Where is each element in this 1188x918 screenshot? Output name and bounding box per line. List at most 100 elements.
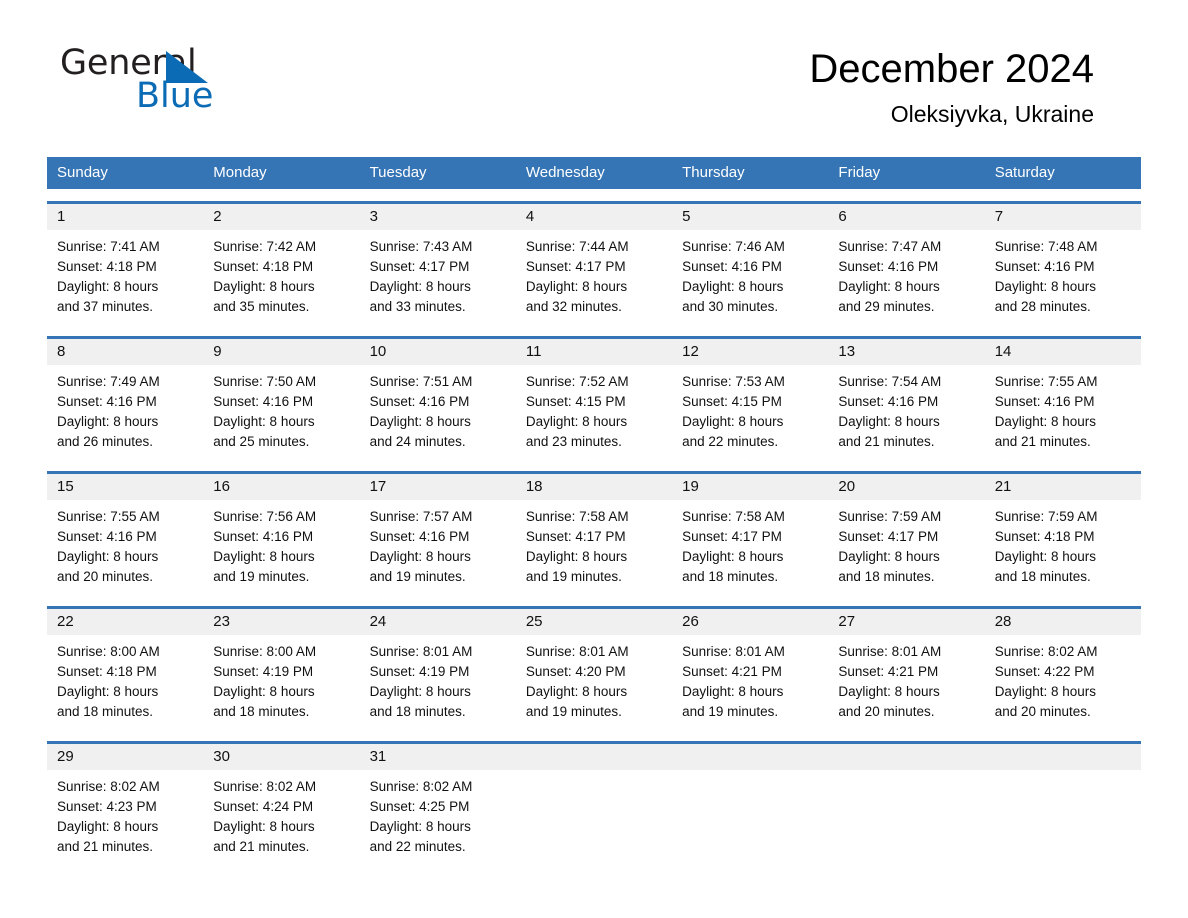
weekday-header-row: Sunday Monday Tuesday Wednesday Thursday…: [47, 157, 1141, 189]
sunrise-text: Sunrise: 7:47 AM: [838, 239, 942, 254]
day-cell[interactable]: Sunrise: 7:58 AM Sunset: 4:17 PM Dayligh…: [516, 500, 672, 594]
day-number[interactable]: 12: [672, 339, 828, 365]
day-cell[interactable]: Sunrise: 8:02 AM Sunset: 4:23 PM Dayligh…: [47, 770, 203, 864]
day-cell-empty: [828, 770, 984, 864]
daylight-text: Daylight: 8 hours: [57, 279, 159, 294]
day-cell[interactable]: Sunrise: 8:00 AM Sunset: 4:18 PM Dayligh…: [47, 635, 203, 729]
day-number[interactable]: 18: [516, 474, 672, 500]
sunset-text: Sunset: 4:23 PM: [57, 799, 157, 814]
day-cell-empty: [985, 770, 1141, 864]
day-number[interactable]: 26: [672, 609, 828, 635]
daylight-text: Daylight: 8 hours: [57, 819, 159, 834]
day-number[interactable]: 23: [203, 609, 359, 635]
day-cell[interactable]: Sunrise: 7:50 AM Sunset: 4:16 PM Dayligh…: [203, 365, 359, 459]
day-detail-band: Sunrise: 8:00 AM Sunset: 4:18 PM Dayligh…: [47, 635, 1141, 729]
day-number[interactable]: 22: [47, 609, 203, 635]
day-cell[interactable]: Sunrise: 7:58 AM Sunset: 4:17 PM Dayligh…: [672, 500, 828, 594]
daylight-text: Daylight: 8 hours: [369, 819, 471, 834]
daylight-text: Daylight: 8 hours: [369, 549, 471, 564]
day-number[interactable]: 17: [360, 474, 516, 500]
day-cell[interactable]: Sunrise: 7:59 AM Sunset: 4:17 PM Dayligh…: [828, 500, 984, 594]
day-cell[interactable]: Sunrise: 8:02 AM Sunset: 4:22 PM Dayligh…: [985, 635, 1141, 729]
sunrise-text: Sunrise: 8:01 AM: [369, 644, 473, 659]
day-number[interactable]: 3: [360, 204, 516, 230]
day-cell[interactable]: Sunrise: 7:42 AM Sunset: 4:18 PM Dayligh…: [203, 230, 359, 324]
daylight-text-cont: and 20 minutes.: [994, 704, 1091, 719]
day-cell[interactable]: Sunrise: 8:02 AM Sunset: 4:25 PM Dayligh…: [360, 770, 516, 864]
day-cell[interactable]: Sunrise: 7:48 AM Sunset: 4:16 PM Dayligh…: [985, 230, 1141, 324]
day-cell[interactable]: Sunrise: 7:52 AM Sunset: 4:15 PM Dayligh…: [516, 365, 672, 459]
sunrise-text: Sunrise: 8:02 AM: [369, 779, 473, 794]
day-cell[interactable]: Sunrise: 7:47 AM Sunset: 4:16 PM Dayligh…: [828, 230, 984, 324]
day-cell[interactable]: Sunrise: 7:44 AM Sunset: 4:17 PM Dayligh…: [516, 230, 672, 324]
daylight-text-cont: and 28 minutes.: [994, 299, 1091, 314]
day-number[interactable]: 16: [203, 474, 359, 500]
daylight-text: Daylight: 8 hours: [838, 684, 940, 699]
day-cell[interactable]: Sunrise: 7:56 AM Sunset: 4:16 PM Dayligh…: [203, 500, 359, 594]
day-number[interactable]: 9: [203, 339, 359, 365]
calendar-week-row: 15 16 17 18 19 20 21 Sunrise: 7:55 AM Su…: [47, 471, 1141, 594]
weekday-header-tuesday: Tuesday: [369, 164, 427, 181]
day-cell[interactable]: Sunrise: 8:01 AM Sunset: 4:20 PM Dayligh…: [516, 635, 672, 729]
day-cell[interactable]: Sunrise: 7:51 AM Sunset: 4:16 PM Dayligh…: [360, 365, 516, 459]
daylight-text: Daylight: 8 hours: [525, 684, 628, 699]
day-cell[interactable]: Sunrise: 7:49 AM Sunset: 4:16 PM Dayligh…: [47, 365, 203, 459]
daylight-text-cont: and 21 minutes.: [57, 839, 154, 854]
day-cell[interactable]: Sunrise: 7:59 AM Sunset: 4:18 PM Dayligh…: [985, 500, 1141, 594]
day-number[interactable]: 25: [516, 609, 672, 635]
day-cell[interactable]: Sunrise: 8:01 AM Sunset: 4:21 PM Dayligh…: [672, 635, 828, 729]
day-number-band: 1 2 3 4 5 6 7: [47, 204, 1141, 230]
generalblue-logo[interactable]: General Blue: [60, 44, 290, 120]
sunset-text: Sunset: 4:18 PM: [994, 529, 1095, 544]
day-number[interactable]: 27: [828, 609, 984, 635]
sunrise-text: Sunrise: 7:56 AM: [213, 509, 317, 524]
day-number[interactable]: 6: [828, 204, 984, 230]
day-number[interactable]: 7: [985, 204, 1141, 230]
day-cell[interactable]: Sunrise: 7:57 AM Sunset: 4:16 PM Dayligh…: [360, 500, 516, 594]
day-cell[interactable]: Sunrise: 8:01 AM Sunset: 4:21 PM Dayligh…: [828, 635, 984, 729]
daylight-text-cont: and 21 minutes.: [838, 434, 935, 449]
sunrise-text: Sunrise: 7:55 AM: [57, 509, 160, 524]
sunset-text: Sunset: 4:20 PM: [525, 664, 626, 679]
day-number[interactable]: 2: [203, 204, 359, 230]
daylight-text-cont: and 33 minutes.: [369, 299, 466, 314]
day-cell[interactable]: Sunrise: 8:00 AM Sunset: 4:19 PM Dayligh…: [203, 635, 359, 729]
daylight-text: Daylight: 8 hours: [57, 414, 159, 429]
day-number[interactable]: 11: [516, 339, 672, 365]
day-number[interactable]: 8: [47, 339, 203, 365]
day-cell[interactable]: Sunrise: 7:46 AM Sunset: 4:16 PM Dayligh…: [672, 230, 828, 324]
day-number[interactable]: 13: [828, 339, 984, 365]
day-cell[interactable]: Sunrise: 8:01 AM Sunset: 4:19 PM Dayligh…: [360, 635, 516, 729]
sunrise-text: Sunrise: 7:54 AM: [838, 374, 942, 389]
day-number[interactable]: 30: [203, 744, 359, 770]
day-number[interactable]: 14: [985, 339, 1141, 365]
day-number[interactable]: 21: [985, 474, 1141, 500]
day-number[interactable]: 10: [360, 339, 516, 365]
day-number[interactable]: 28: [985, 609, 1141, 635]
day-number[interactable]: 4: [516, 204, 672, 230]
day-number[interactable]: 15: [47, 474, 203, 500]
day-cell[interactable]: Sunrise: 7:54 AM Sunset: 4:16 PM Dayligh…: [828, 365, 984, 459]
day-cell[interactable]: Sunrise: 8:02 AM Sunset: 4:24 PM Dayligh…: [203, 770, 359, 864]
day-cell[interactable]: Sunrise: 7:55 AM Sunset: 4:16 PM Dayligh…: [47, 500, 203, 594]
day-number[interactable]: 1: [47, 204, 203, 230]
daylight-text: Daylight: 8 hours: [369, 414, 471, 429]
day-number[interactable]: 29: [47, 744, 203, 770]
day-cell-empty: [516, 770, 672, 864]
day-number[interactable]: 19: [672, 474, 828, 500]
daylight-text: Daylight: 8 hours: [994, 414, 1096, 429]
sunrise-text: Sunrise: 7:50 AM: [213, 374, 317, 389]
daylight-text-cont: and 25 minutes.: [213, 434, 310, 449]
daylight-text-cont: and 20 minutes.: [57, 569, 154, 584]
day-number[interactable]: 24: [360, 609, 516, 635]
daylight-text-cont: and 35 minutes.: [213, 299, 310, 314]
day-number[interactable]: 31: [360, 744, 516, 770]
day-number[interactable]: 20: [828, 474, 984, 500]
day-cell[interactable]: Sunrise: 7:43 AM Sunset: 4:17 PM Dayligh…: [360, 230, 516, 324]
day-cell[interactable]: Sunrise: 7:55 AM Sunset: 4:16 PM Dayligh…: [985, 365, 1141, 459]
sunrise-text: Sunrise: 7:55 AM: [994, 374, 1098, 389]
day-cell[interactable]: Sunrise: 7:41 AM Sunset: 4:18 PM Dayligh…: [47, 230, 203, 324]
day-number[interactable]: 5: [672, 204, 828, 230]
daylight-text: Daylight: 8 hours: [838, 549, 940, 564]
day-cell[interactable]: Sunrise: 7:53 AM Sunset: 4:15 PM Dayligh…: [672, 365, 828, 459]
